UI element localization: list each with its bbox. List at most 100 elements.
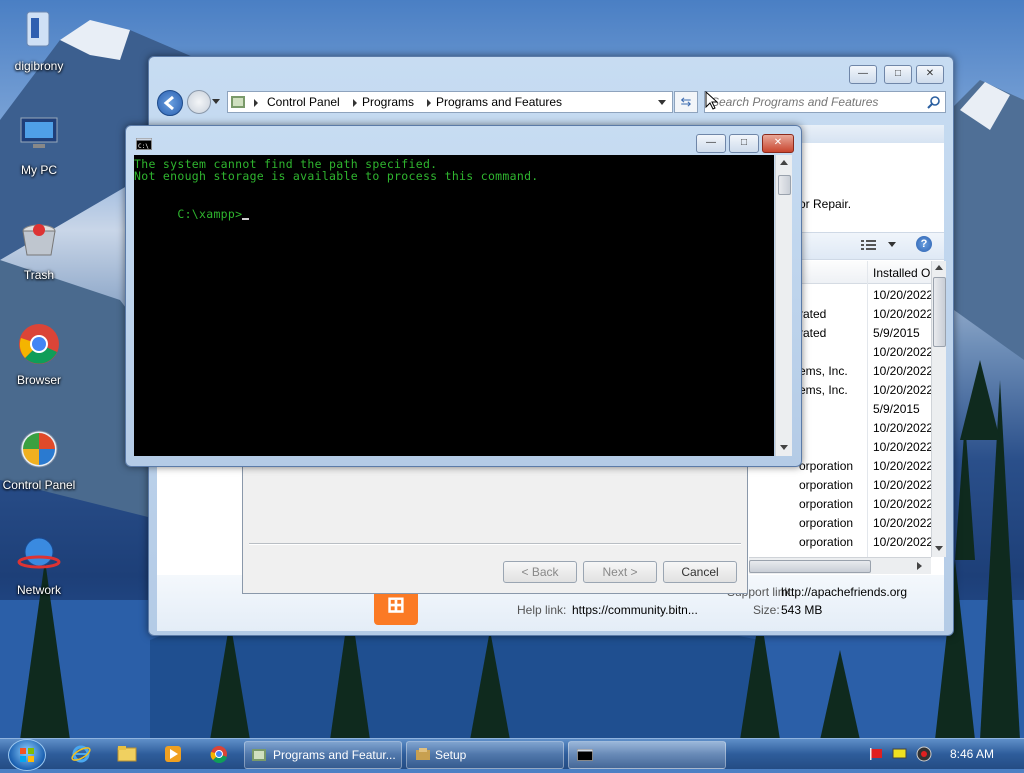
scrollbar-thumb[interactable] <box>933 277 946 347</box>
row-installed-date[interactable]: 10/20/2022 <box>873 345 933 359</box>
row-publisher[interactable]: orporation <box>799 497 853 511</box>
arrow-left-icon <box>163 95 174 111</box>
setup-window[interactable]: < Back Next > Cancel <box>242 458 748 594</box>
command-prompt-window[interactable]: C:\ — □ ✕ The system cannot find the pat… <box>125 125 802 467</box>
row-publisher[interactable]: orporation <box>799 478 853 492</box>
column-divider <box>867 261 868 561</box>
cmd-maximize-button[interactable]: □ <box>729 134 759 153</box>
scrollbar-thumb[interactable] <box>778 175 791 195</box>
taskbar-item-programs-features[interactable]: Programs and Featur... <box>244 741 402 769</box>
desktop-icon-label: Trash <box>23 268 55 282</box>
row-publisher[interactable]: orporation <box>799 535 853 549</box>
start-button[interactable] <box>8 739 46 771</box>
trash-icon <box>22 224 56 256</box>
close-button[interactable]: ✕ <box>916 65 944 84</box>
volume-icon[interactable] <box>916 746 932 762</box>
row-installed-date[interactable]: 5/9/2015 <box>873 402 920 416</box>
address-dropdown-icon[interactable] <box>658 100 666 105</box>
battery-icon[interactable] <box>892 748 908 760</box>
search-box[interactable] <box>704 91 946 113</box>
recent-pages-dropdown[interactable] <box>212 99 220 104</box>
console-prompt[interactable]: C:\xampp> <box>134 193 250 235</box>
desktop-icon-trash[interactable]: Trash <box>0 217 79 282</box>
setup-divider <box>249 543 741 545</box>
search-icon <box>927 96 940 109</box>
row-installed-date[interactable]: 10/20/2022 <box>873 459 933 473</box>
refresh-button[interactable]: ⇆ <box>674 91 698 113</box>
forward-button[interactable] <box>187 90 211 114</box>
help-link-label: Help link: <box>517 603 567 617</box>
header-partial-text: or Repair. <box>799 197 852 211</box>
desktop-icon-network[interactable]: Network <box>0 532 79 597</box>
row-installed-date[interactable]: 10/20/2022 <box>873 535 933 549</box>
support-link-value[interactable]: http://apachefriends.org <box>781 585 907 599</box>
console-output[interactable]: The system cannot find the path specifie… <box>134 155 774 456</box>
scroll-up-icon[interactable] <box>935 265 943 270</box>
system-tray: 8:46 AM <box>862 739 1024 769</box>
maximize-button[interactable]: □ <box>884 65 912 84</box>
row-publisher[interactable]: rated <box>799 307 826 321</box>
breadcrumb-separator-icon <box>427 99 431 107</box>
row-publisher[interactable]: orporation <box>799 516 853 530</box>
row-installed-date[interactable]: 10/20/2022 <box>873 497 933 511</box>
scroll-down-icon[interactable] <box>780 445 788 450</box>
address-bar[interactable]: Control Panel Programs Programs and Feat… <box>227 91 673 113</box>
row-publisher[interactable]: rated <box>799 326 826 340</box>
control-panel-small-icon <box>252 749 266 761</box>
cancel-button[interactable]: Cancel <box>663 561 737 583</box>
chrome-taskbar-icon[interactable] <box>210 745 228 763</box>
row-installed-date[interactable]: 10/20/2022 <box>873 307 933 321</box>
row-installed-date[interactable]: 10/20/2022 <box>873 288 933 302</box>
row-installed-date[interactable]: 10/20/2022 <box>873 440 933 454</box>
cmd-minimize-button[interactable]: — <box>696 134 726 153</box>
taskbar-item-command-prompt[interactable] <box>568 741 726 769</box>
chrome-icon <box>19 324 59 364</box>
breadcrumb-programs-and-features[interactable]: Programs and Features <box>436 95 562 109</box>
file-explorer-icon[interactable] <box>117 745 137 763</box>
flag-icon[interactable] <box>870 748 884 760</box>
media-player-icon[interactable] <box>164 745 182 763</box>
column-header-installed-on[interactable]: Installed O <box>873 266 930 280</box>
horizontal-scrollbar[interactable] <box>749 557 931 574</box>
help-icon[interactable]: ? <box>916 236 932 252</box>
cmd-scrollbar[interactable] <box>775 155 792 456</box>
scroll-right-icon[interactable] <box>917 562 922 570</box>
internet-explorer-icon[interactable] <box>71 744 91 764</box>
scroll-up-icon[interactable] <box>780 160 788 165</box>
user-folder-icon <box>26 11 50 47</box>
desktop-icon-digibrony[interactable]: digibrony <box>0 8 79 73</box>
row-installed-date[interactable]: 10/20/2022 <box>873 383 933 397</box>
breadcrumb-control-panel[interactable]: Control Panel <box>267 95 340 109</box>
control-panel-icon <box>20 430 58 468</box>
row-installed-date[interactable]: 10/20/2022 <box>873 516 933 530</box>
list-scrollbar[interactable] <box>931 261 946 557</box>
clock[interactable]: 8:46 AM <box>950 747 994 761</box>
row-installed-date[interactable]: 10/20/2022 <box>873 478 933 492</box>
cmd-close-button[interactable]: ✕ <box>762 134 794 153</box>
search-input[interactable] <box>709 93 918 111</box>
back-button[interactable] <box>157 90 183 116</box>
row-installed-date[interactable]: 10/20/2022 <box>873 421 933 435</box>
hscroll-thumb[interactable] <box>749 560 871 573</box>
console-line: Not enough storage is available to proce… <box>134 169 539 183</box>
breadcrumb-separator-icon <box>353 99 357 107</box>
view-dropdown-icon[interactable] <box>888 242 896 247</box>
desktop-icon-control-panel[interactable]: Control Panel <box>0 427 79 492</box>
row-publisher[interactable]: orporation <box>799 459 853 473</box>
row-publisher[interactable]: ems, Inc. <box>799 364 848 378</box>
minimize-button[interactable]: — <box>849 65 877 84</box>
row-installed-date[interactable]: 5/9/2015 <box>873 326 920 340</box>
next-button[interactable]: Next > <box>583 561 657 583</box>
desktop-icon-browser[interactable]: Browser <box>0 322 79 387</box>
taskbar-item-setup[interactable]: Setup <box>406 741 564 769</box>
mouse-cursor-icon <box>705 91 719 110</box>
console-prompt-text: C:\xampp> <box>177 207 243 221</box>
row-installed-date[interactable]: 10/20/2022 <box>873 364 933 378</box>
back-button[interactable]: < Back <box>503 561 577 583</box>
row-publisher[interactable]: ems, Inc. <box>799 383 848 397</box>
desktop-icon-my-pc[interactable]: My PC <box>0 112 79 177</box>
scroll-down-icon[interactable] <box>935 546 943 551</box>
help-link-value[interactable]: https://community.bitn... <box>572 603 698 617</box>
view-options-icon[interactable] <box>860 238 878 252</box>
breadcrumb-programs[interactable]: Programs <box>362 95 414 109</box>
